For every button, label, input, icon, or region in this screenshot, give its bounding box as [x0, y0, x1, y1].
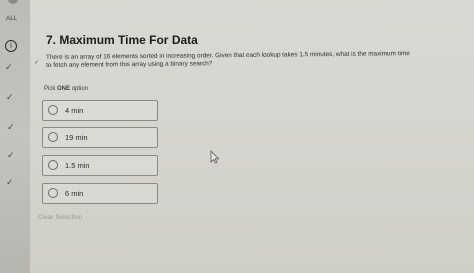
pick-instruction: Pick ONE option	[44, 86, 89, 92]
option-label: 4 min	[65, 106, 84, 115]
mouse-pointer-icon	[210, 150, 220, 164]
option-label: 1.5 min	[65, 161, 90, 170]
current-question-icon[interactable]: i	[5, 40, 17, 52]
check-icon[interactable]: ✓	[6, 178, 14, 188]
sidebar-top-marker	[8, 0, 18, 4]
answer-option[interactable]: 6 min	[42, 183, 158, 204]
answer-option[interactable]: 1.5 min	[42, 155, 158, 176]
check-icon[interactable]: ✓	[5, 63, 13, 73]
radio-button[interactable]	[48, 188, 58, 198]
radio-button[interactable]	[48, 105, 58, 115]
check-icon: ✓	[34, 59, 40, 66]
question-text: There is an array of 16 elements sorted …	[46, 50, 410, 69]
question-title: 7. Maximum Time For Data	[46, 33, 198, 47]
answer-option[interactable]: 19 min	[42, 127, 158, 148]
radio-button[interactable]	[48, 160, 58, 170]
radio-button[interactable]	[48, 132, 58, 142]
check-icon[interactable]: ✓	[6, 93, 14, 103]
sidebar-all-filter[interactable]: ALL	[6, 16, 17, 22]
answer-option[interactable]: 4 min	[42, 100, 158, 121]
check-icon[interactable]: ✓	[7, 151, 15, 161]
option-label: 6 min	[65, 189, 84, 198]
clear-selection-link[interactable]: Clear Selection	[38, 214, 82, 221]
question-sidebar: ALL i ✓ ✓ ✓ ✓ ✓	[0, 0, 30, 273]
check-icon[interactable]: ✓	[7, 123, 15, 133]
option-label: 19 min	[65, 133, 88, 142]
